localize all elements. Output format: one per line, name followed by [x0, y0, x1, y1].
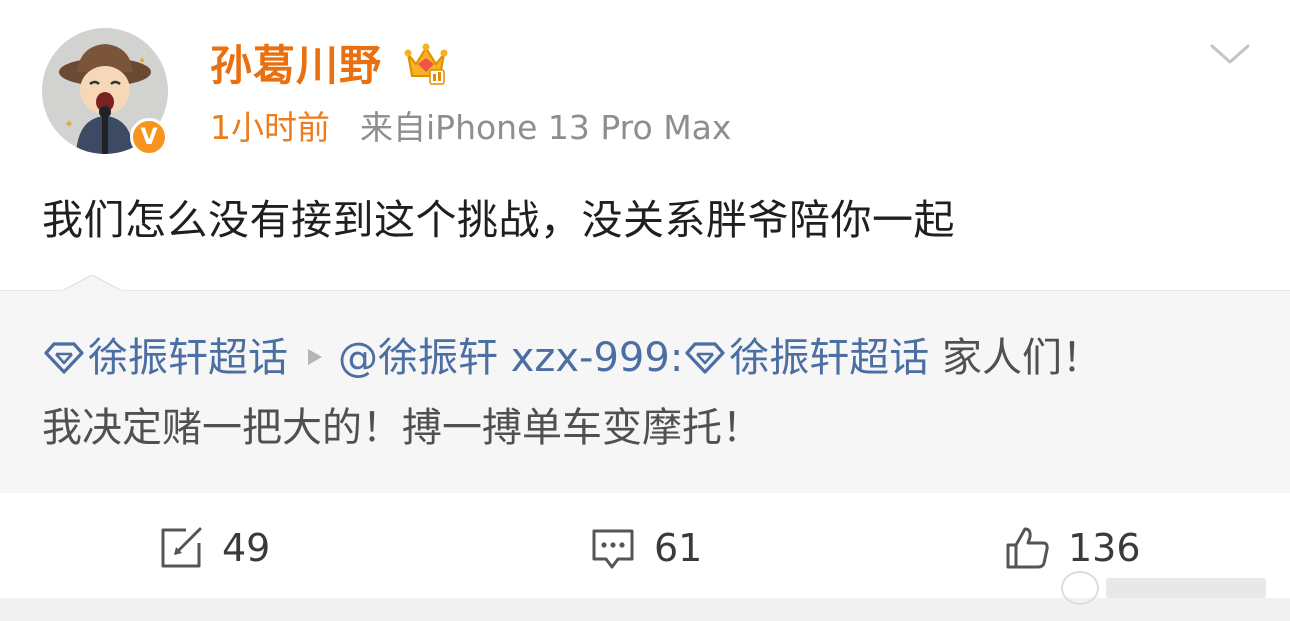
- repost-text-part2: 我决定赌一把大的！搏一搏单车变摩托！: [42, 405, 762, 451]
- crown-icon: [404, 43, 448, 85]
- comment-button[interactable]: 61: [590, 518, 702, 578]
- repost-card[interactable]: [0, 290, 1290, 493]
- svg-text:✦: ✦: [64, 117, 74, 131]
- verified-badge: V: [130, 118, 168, 156]
- repost-count: 49: [222, 526, 271, 570]
- post-source: 来自iPhone 13 Pro Max: [360, 108, 732, 147]
- like-count: 136: [1068, 526, 1141, 570]
- repost-line-1: 徐振轩超话 @徐振轩 xzx-999: 徐振轩超话 家人们！: [42, 328, 1102, 388]
- supertopic-link-1[interactable]: 徐振轩超话: [42, 335, 288, 381]
- post-time[interactable]: 1小时前: [210, 106, 330, 150]
- repost-author-link[interactable]: @徐振轩 xzx-999:: [338, 335, 683, 381]
- repost-button[interactable]: 49: [158, 518, 270, 578]
- play-arrow-icon: [308, 349, 322, 365]
- comment-count: 61: [654, 526, 703, 570]
- username[interactable]: 孙葛川野: [210, 38, 382, 94]
- repost-text-part1: 家人们！: [929, 335, 1103, 381]
- supertopic-label-2: 徐振轩超话: [729, 335, 930, 381]
- chevron-down-icon[interactable]: [1208, 40, 1252, 68]
- watermark-icon: [1061, 571, 1266, 605]
- supertopic-diamond-icon: [44, 342, 84, 374]
- supertopic-link-2[interactable]: 徐振轩超话: [683, 335, 929, 381]
- svg-text:✦: ✦: [138, 56, 146, 67]
- supertopic-diamond-icon: [685, 342, 725, 374]
- supertopic-label-1: 徐振轩超话: [88, 335, 288, 381]
- post-text: 我们怎么没有接到这个挑战，没关系胖爷陪你一起: [42, 196, 955, 244]
- comment-icon: [592, 529, 634, 569]
- repost-icon: [161, 527, 202, 568]
- repost-card-notch: [62, 275, 122, 293]
- like-icon: [1006, 527, 1049, 569]
